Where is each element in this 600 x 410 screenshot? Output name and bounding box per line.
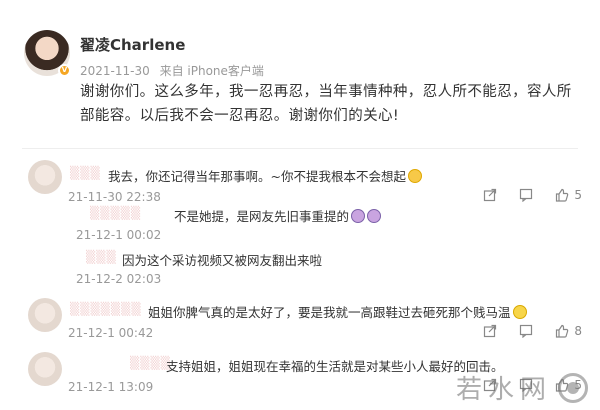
watermark: 若水网 [456, 369, 588, 406]
verified-badge-icon: V [58, 64, 71, 77]
comment-username-blurred: ▒▒▒▒▒▒▒ [70, 302, 142, 316]
watermark-logo-icon [558, 372, 588, 403]
face-emoji-icon [367, 209, 382, 223]
comment-icon[interactable] [519, 324, 533, 338]
smile-emoji-icon [512, 305, 527, 319]
share-icon[interactable] [483, 324, 497, 338]
comment-date: 21-12-1 13:09 [68, 380, 154, 394]
like-icon [555, 324, 569, 338]
comment-actions: 8 [483, 324, 582, 338]
weibo-post: V 翟凌Charlene 2021-11-30 来自 iPhone客户端 谢谢你… [0, 0, 600, 150]
comment-username-blurred: ▒▒▒▒ [130, 356, 171, 370]
divider [22, 148, 578, 149]
share-icon[interactable] [483, 188, 497, 202]
comment-actions: 5 [483, 188, 582, 202]
comment-date: 21-11-30 22:38 [68, 190, 161, 204]
like-count: 8 [574, 324, 582, 338]
comment-avatar[interactable] [28, 298, 62, 332]
face-emoji-icon [351, 209, 366, 223]
comment-date: 21-12-1 00:02 [76, 228, 162, 242]
post-source: 来自 iPhone客户端 [159, 64, 264, 78]
post-timestamp[interactable]: 2021-11-30 [80, 64, 150, 78]
comment-text: 我去，你还记得当年那事啊。~你不提我根本不会想起 [108, 166, 422, 185]
post-body: 谢谢你们。这么多年，我一忍再忍，当年事情种种，忍人所不能忍，容人所部能容。以后我… [80, 84, 572, 124]
comment-avatar[interactable] [28, 352, 62, 386]
post-meta: 2021-11-30 来自 iPhone客户端 [80, 62, 270, 79]
comment-text: 因为这个采访视频又被网友翻出来啦 [122, 253, 323, 268]
comment-text: 不是她提，是网友先旧事重提的 [174, 206, 382, 225]
comment-text: 支持姐姐，姐姐现在幸福的生活就是对某些小人最好的回击。 [166, 359, 504, 374]
comment-username-blurred: ▒▒▒ [86, 250, 117, 264]
comment-icon[interactable] [519, 188, 533, 202]
watermark-text: 若水网 [455, 375, 552, 405]
comment-date: 21-12-2 02:03 [76, 272, 162, 286]
comment-date: 21-12-1 00:42 [68, 326, 154, 340]
like-button[interactable]: 5 [555, 188, 582, 202]
comment-text: 姐姐你脾气真的是太好了，要是我就一高跟鞋过去砸死那个贱马温 [148, 302, 527, 321]
like-count: 5 [574, 188, 582, 202]
post-username[interactable]: 翟凌Charlene [80, 34, 185, 55]
laugh-emoji-icon [407, 169, 422, 183]
comment-avatar[interactable] [28, 160, 62, 194]
like-button[interactable]: 8 [555, 324, 582, 338]
like-icon [555, 188, 569, 202]
comment-username-blurred: ▒▒▒ [70, 166, 101, 180]
comment-username-blurred: ▒▒▒▒▒ [90, 206, 142, 220]
